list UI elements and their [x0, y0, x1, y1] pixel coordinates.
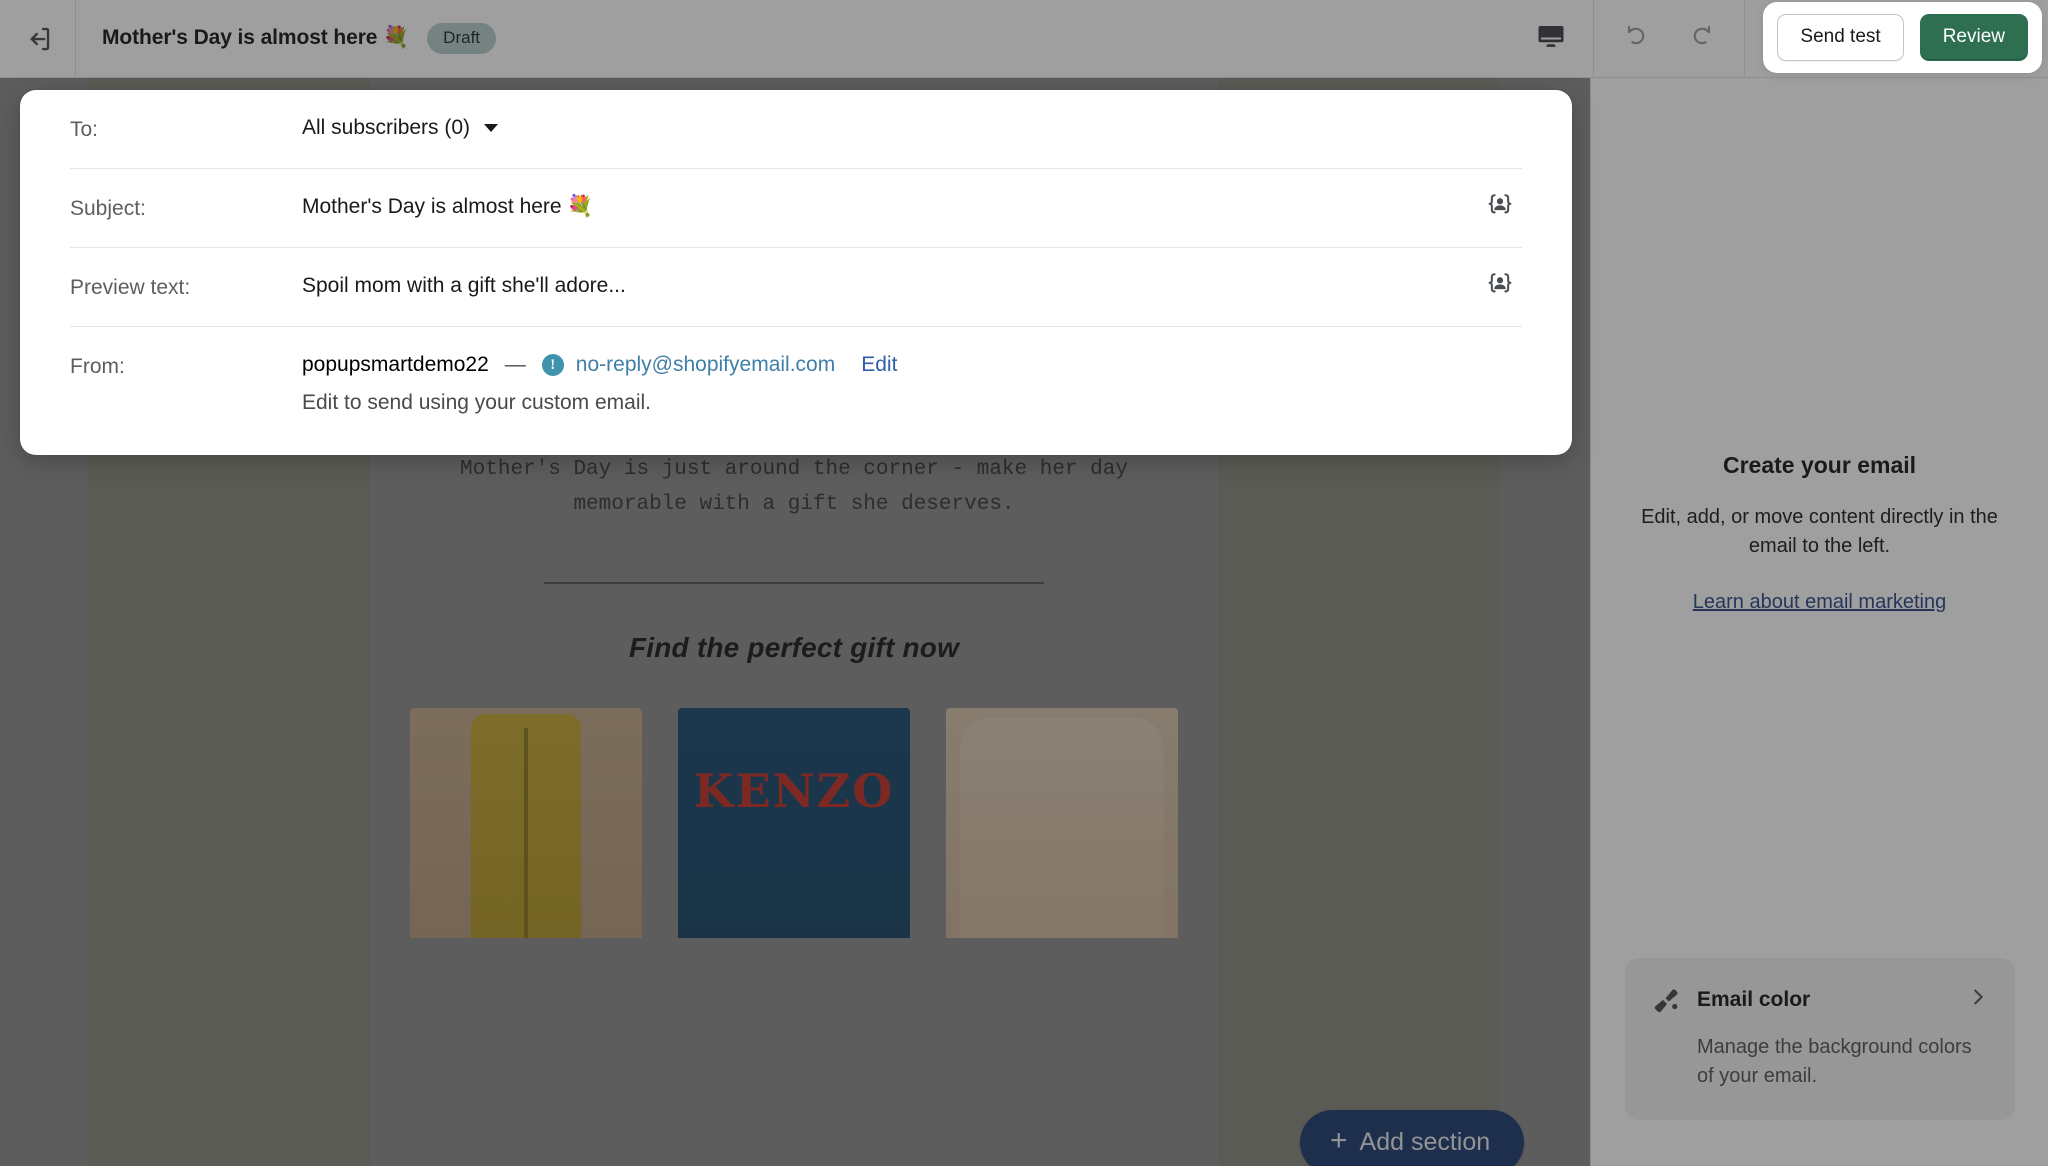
from-value-group: popupsmartdemo22 — ! no-reply@shopifyema…: [302, 353, 897, 415]
subject-input[interactable]: Mother's Day is almost here 💐: [302, 195, 1522, 219]
preview-text-label: Preview text:: [70, 276, 191, 299]
to-value-select[interactable]: All subscribers (0): [302, 116, 1522, 140]
app-root: Mother's Day is almost here 💐 Draft Moth…: [0, 0, 2048, 1166]
from-main-row: popupsmartdemo22 — ! no-reply@shopifyema…: [302, 353, 897, 377]
personalization-icon: [1485, 191, 1515, 226]
floating-actions-island: Send test Review: [1763, 2, 2042, 73]
chevron-down-icon: [484, 124, 499, 132]
to-value-text: All subscribers (0): [302, 116, 471, 139]
send-test-button-floating[interactable]: Send test: [1777, 14, 1904, 61]
info-alert-icon: !: [541, 354, 564, 376]
from-edit-link[interactable]: Edit: [861, 353, 897, 377]
from-label: From:: [70, 355, 125, 378]
to-label: To:: [70, 118, 99, 141]
field-row-subject: Subject: Mother's Day is almost here 💐: [70, 169, 1522, 248]
preview-text-input[interactable]: Spoil mom with a gift she'll adore...: [302, 274, 1522, 298]
personalization-icon: [1485, 270, 1515, 305]
field-row-to: To: All subscribers (0): [70, 90, 1522, 169]
subject-personalization-button[interactable]: [1478, 186, 1522, 230]
from-help-text: Edit to send using your custom email.: [302, 391, 652, 414]
from-email-address[interactable]: no-reply@shopifyemail.com: [576, 353, 835, 377]
email-settings-modal: To: All subscribers (0) Subject: Mother'…: [20, 90, 1572, 455]
subject-label: Subject:: [70, 197, 146, 220]
field-row-from: From: popupsmartdemo22 — ! no-reply@shop…: [70, 327, 1522, 455]
review-button-floating[interactable]: Review: [1919, 14, 2028, 61]
from-dash: —: [504, 353, 526, 376]
preview-text-personalization-button[interactable]: [1478, 265, 1522, 309]
from-sender-name: popupsmartdemo22: [302, 353, 489, 376]
field-row-preview-text: Preview text: Spoil mom with a gift she'…: [70, 248, 1522, 327]
